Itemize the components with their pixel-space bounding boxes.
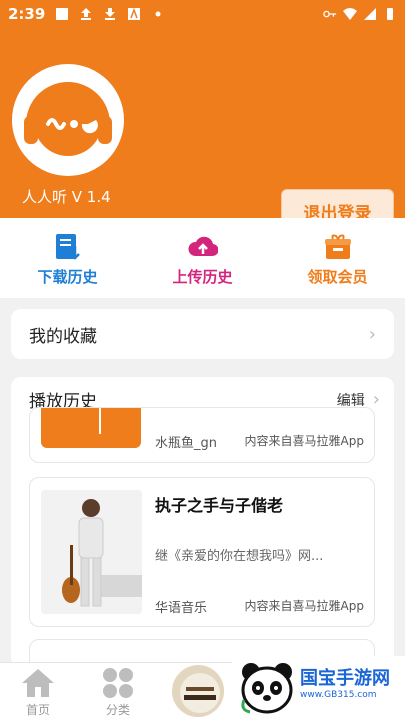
download-history-label: 下载历史 [37, 268, 98, 286]
status-time: 2:39 [8, 5, 46, 23]
signal-icon [364, 8, 376, 20]
upload-history-button[interactable]: 上传历史 [135, 218, 270, 298]
history-item[interactable]: 执子之手与子偕老 继《亲爱的你在想我吗》网... 华语音乐 内容来自喜马拉雅Ap… [29, 477, 375, 627]
panda-icon [241, 663, 293, 714]
nav-home[interactable]: 首页 [20, 667, 56, 718]
now-playing-button[interactable] [170, 663, 226, 719]
avatar[interactable] [12, 64, 124, 176]
category-grid-icon [103, 668, 133, 698]
app-version: 人人听 V 1.4 [22, 188, 111, 206]
claim-membership-button[interactable]: 领取会员 [270, 218, 405, 298]
headphone-logo-icon [24, 82, 112, 156]
chevron-right-icon[interactable]: › [373, 389, 380, 410]
album-thumbnail [41, 408, 141, 448]
download-history-button[interactable]: 下载历史 [0, 218, 135, 298]
quick-actions-bar: 下载历史 上传历史 领取会员 [0, 218, 405, 298]
chevron-right-icon: › [368, 323, 376, 345]
upload-history-label: 上传历史 [172, 268, 233, 286]
dot-icon [155, 11, 161, 17]
upload-icon [81, 8, 92, 20]
battery-icon [387, 8, 393, 20]
watermark-logo: 国宝手游网 www.GB315.com [232, 656, 405, 720]
profile-header: 人人听 V 1.4 退出登录 [0, 28, 405, 234]
item-source: 内容来自喜马拉雅App [244, 434, 364, 448]
item-title: 执子之手与子偕老 [155, 496, 284, 515]
play-history-card: 播放历史 编辑 › 水瓶鱼_gn 内容来自喜马拉雅App 执子之手与子偕老 继《… [11, 377, 394, 667]
wifi-icon [343, 8, 357, 20]
album-cover-image [41, 490, 142, 614]
watermark-name: 国宝手游网 [300, 668, 390, 689]
key-icon [323, 10, 337, 18]
item-author: 华语音乐 [155, 601, 208, 616]
watermark-url: www.GB315.com [300, 690, 377, 700]
download-history-icon [55, 234, 80, 260]
claim-membership-label: 领取会员 [307, 268, 368, 286]
gift-box-icon [324, 234, 351, 259]
nav-category[interactable]: 分类 [100, 667, 136, 718]
item-description: 继《亲爱的你在想我吗》网... [155, 549, 324, 564]
cloud-upload-icon [188, 236, 218, 257]
download-icon [105, 8, 116, 20]
history-item[interactable]: 水瓶鱼_gn 内容来自喜马拉雅App [29, 407, 375, 463]
item-source: 内容来自喜马拉雅App [244, 599, 364, 613]
app-notification-icon [128, 7, 141, 20]
status-bar: 2:39 [0, 0, 405, 28]
notification-square-icon [56, 8, 69, 20]
item-author: 水瓶鱼_gn [155, 436, 217, 451]
nav-category-label: 分类 [105, 703, 130, 717]
now-playing-cover-icon [172, 665, 224, 717]
home-icon [22, 669, 54, 697]
my-favorites-row[interactable]: 我的收藏 › [11, 309, 394, 359]
nav-home-label: 首页 [25, 703, 50, 717]
favorites-title: 我的收藏 [29, 326, 97, 347]
